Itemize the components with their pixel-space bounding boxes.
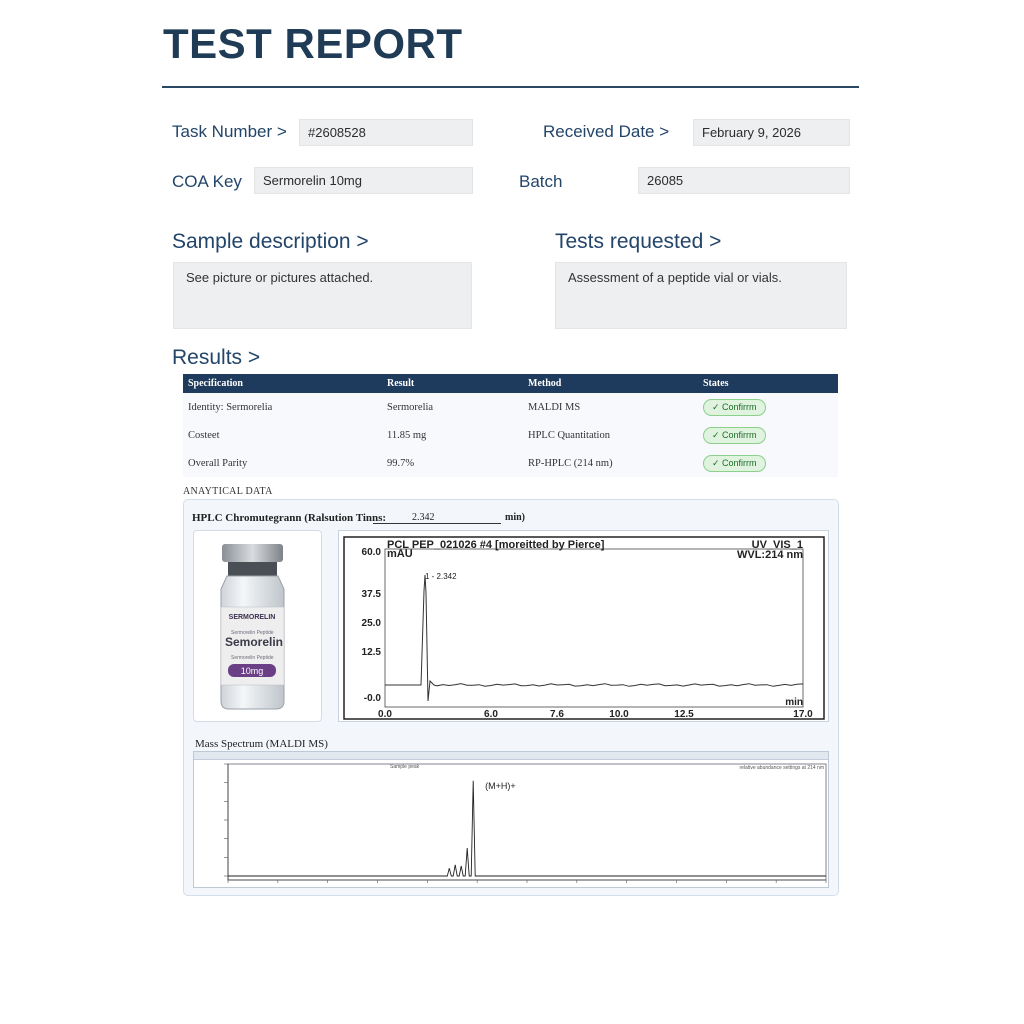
- ms-peak-top-label: Sample peak: [390, 764, 420, 770]
- hplc-y-unit: mAU: [387, 548, 413, 560]
- hplc-y-axis: 60.0 37.5 25.0 12.5 -0.0: [362, 547, 382, 704]
- cell-specification: Overall Parity: [183, 449, 382, 477]
- cell-method: MALDI MS: [523, 393, 698, 421]
- hplc-x-tick-label: 10.0: [609, 709, 629, 720]
- hplc-y-tick-label: -0.0: [364, 693, 382, 704]
- ms-peak-label: (M+H)+: [485, 781, 516, 791]
- cell-status: ✓ Confirrm: [698, 421, 838, 449]
- mass-spectrum-toolbar: [194, 752, 828, 760]
- table-row: Overall Parity 99.7% RP-HPLC (214 nm) ✓ …: [183, 449, 838, 477]
- status-badge: ✓ Confirrm: [703, 454, 766, 472]
- hplc-x-tick-label: 7.6: [550, 709, 564, 720]
- table-row: Identity: Sermorelia Sermorelia MALDI MS…: [183, 393, 838, 421]
- task-number-field: #2608528: [299, 119, 473, 146]
- batch-field: 26085: [638, 167, 850, 194]
- cell-specification: Identity: Sermorelia: [183, 393, 382, 421]
- vial-cap: [222, 544, 283, 562]
- results-label: Results >: [172, 346, 261, 369]
- hplc-peak-label: 1 - 2.342: [425, 572, 457, 581]
- hplc-header-left: PCL PEP_021026 #4 [moreitted by Pierce]: [387, 539, 605, 551]
- cell-result: 99.7%: [382, 449, 523, 477]
- ms-plot-frame: [227, 763, 827, 881]
- retention-time-value: 2.342: [412, 512, 435, 523]
- coa-key-field: Sermorelin 10mg: [254, 167, 473, 194]
- retention-time-unit: min): [505, 512, 525, 523]
- mass-spectrum-chart: Sample peak relative abundance settings …: [193, 751, 829, 888]
- retention-underline: [373, 523, 501, 524]
- cell-method: HPLC Quantitation: [523, 421, 698, 449]
- cell-result: 11.85 mg: [382, 421, 523, 449]
- sample-description-label: Sample description >: [172, 230, 369, 253]
- hplc-x-tick-label: 6.0: [484, 709, 498, 720]
- cell-method: RP-HPLC (214 nm): [523, 449, 698, 477]
- vial-crimp: [228, 562, 277, 576]
- coa-key-label: COA Key: [172, 172, 242, 191]
- ms-chart-svg: Sample peak relative abundance settings …: [224, 763, 827, 883]
- column-header-specification: Specification: [183, 374, 382, 393]
- ms-trace-line: [228, 780, 826, 877]
- received-date-label: Received Date >: [543, 122, 670, 141]
- vial-label-small: Sermorelin Peptide: [231, 655, 274, 661]
- task-number-label: Task Number >: [172, 122, 287, 141]
- batch-label: Batch: [519, 172, 563, 191]
- vial-dose-text: 10mg: [241, 666, 264, 676]
- hplc-x-tick-label: 12.5: [674, 709, 694, 720]
- status-badge: ✓ Confirrm: [703, 398, 766, 416]
- vial-illustration: SERMORELIN Sermorelin Peptide Semorelin …: [220, 544, 285, 710]
- cell-specification: Costeet: [183, 421, 382, 449]
- column-header-result: Result: [382, 374, 523, 393]
- hplc-y-tick-label: 37.5: [362, 589, 382, 600]
- vial-image: SERMORELIN Sermorelin Peptide Semorelin …: [193, 530, 322, 722]
- hplc-x-tick-label: 17.0: [793, 709, 813, 720]
- report-title: TEST REPORT: [163, 20, 463, 67]
- vial-label-line: SERMORELIN: [229, 614, 276, 621]
- hplc-chart-svg: PCL PEP_021026 #4 [moreitted by Pierce] …: [343, 536, 825, 720]
- column-header-status: States: [698, 374, 838, 393]
- status-badge: ✓ Confirrm: [703, 426, 766, 444]
- hplc-header-right-2: WVL:214 nm: [737, 549, 803, 561]
- cell-status: ✓ Confirrm: [698, 449, 838, 477]
- tests-requested-text: Assessment of a peptide vial or vials.: [555, 262, 847, 329]
- title-divider: [162, 86, 859, 88]
- vial-brand-text: Semorelin: [225, 635, 283, 649]
- mass-spectrum-title: Mass Spectrum (MALDI MS): [195, 738, 328, 750]
- received-date-field: February 9, 2026: [693, 119, 850, 146]
- analytical-data-label: ANAYTICAL DATA: [183, 486, 273, 497]
- hplc-x-tick-label: 0.0: [378, 709, 392, 720]
- hplc-title: HPLC Chromutegrann (Ralsution Tinns:: [192, 512, 387, 524]
- hplc-y-tick-label: 12.5: [362, 647, 382, 658]
- results-table: Specification Result Method States Ident…: [183, 374, 838, 477]
- hplc-y-tick-label: 60.0: [362, 547, 382, 558]
- hplc-x-unit: min: [785, 697, 803, 708]
- tests-requested-label: Tests requested >: [555, 230, 722, 253]
- hplc-chromatogram: PCL PEP_021026 #4 [moreitted by Pierce] …: [338, 530, 829, 722]
- cell-result: Sermorelia: [382, 393, 523, 421]
- ms-right-note: relative abundance settings at 214 nm: [740, 765, 825, 771]
- results-header-row: Specification Result Method States: [183, 374, 838, 393]
- hplc-y-tick-label: 25.0: [362, 618, 382, 629]
- column-header-method: Method: [523, 374, 698, 393]
- cell-status: ✓ Confirrm: [698, 393, 838, 421]
- sample-description-text: See picture or pictures attached.: [173, 262, 472, 329]
- ms-ticks: [224, 763, 827, 883]
- table-row: Costeet 11.85 mg HPLC Quantitation ✓ Con…: [183, 421, 838, 449]
